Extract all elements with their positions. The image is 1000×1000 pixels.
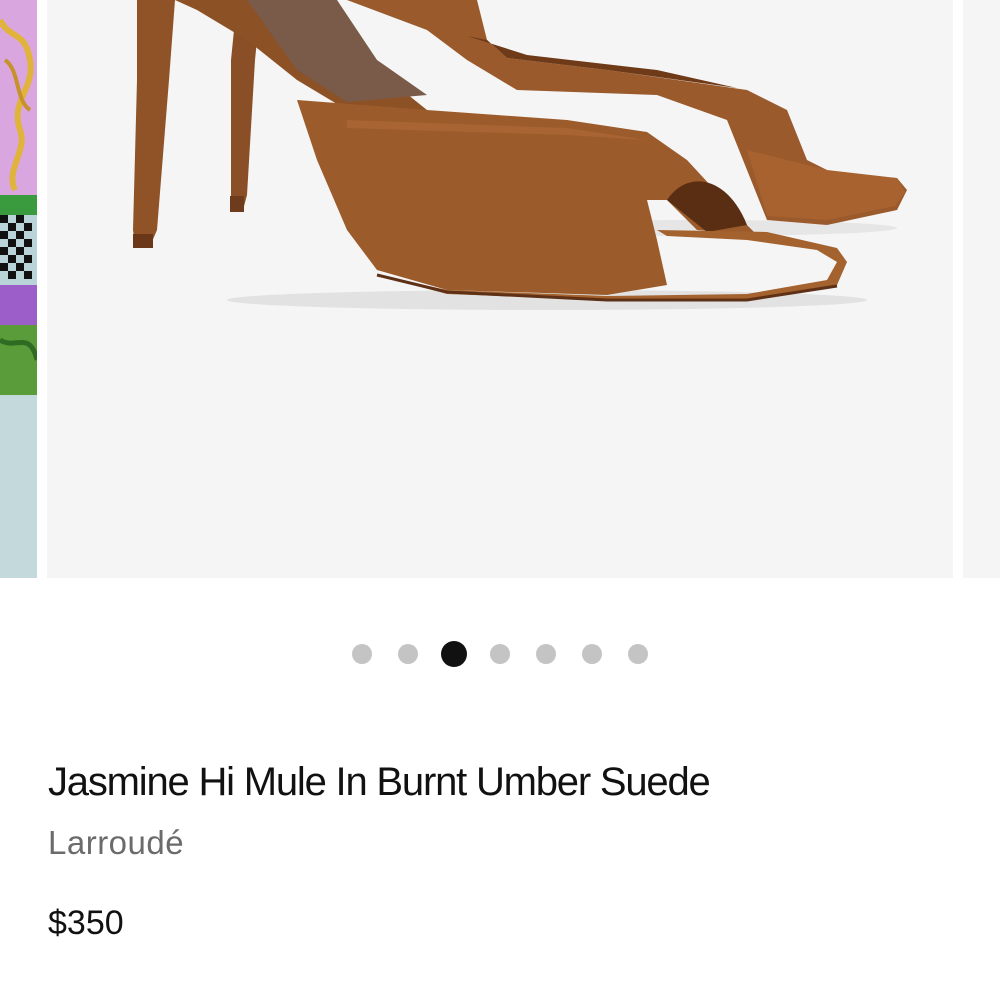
carousel-pagination <box>0 641 1000 667</box>
next-slide-image[interactable] <box>963 0 1000 578</box>
previous-slide-image[interactable] <box>0 0 37 578</box>
printed-fabric-illustration <box>0 0 37 578</box>
current-slide-image[interactable] <box>47 0 953 578</box>
brown-suede-mule-illustration <box>133 0 907 310</box>
carousel-dot-2[interactable] <box>398 644 418 664</box>
carousel-dot-6[interactable] <box>582 644 602 664</box>
carousel-dot-5[interactable] <box>536 644 556 664</box>
carousel-dot-4[interactable] <box>490 644 510 664</box>
product-image-carousel[interactable] <box>0 0 1000 578</box>
carousel-dot-1[interactable] <box>352 644 372 664</box>
product-title: Jasmine Hi Mule In Burnt Umber Suede <box>48 760 711 804</box>
product-brand[interactable]: Larroudé <box>48 824 184 862</box>
carousel-dot-7[interactable] <box>628 644 648 664</box>
carousel-dot-3-active[interactable] <box>441 641 467 667</box>
product-price: $350 <box>48 904 124 942</box>
